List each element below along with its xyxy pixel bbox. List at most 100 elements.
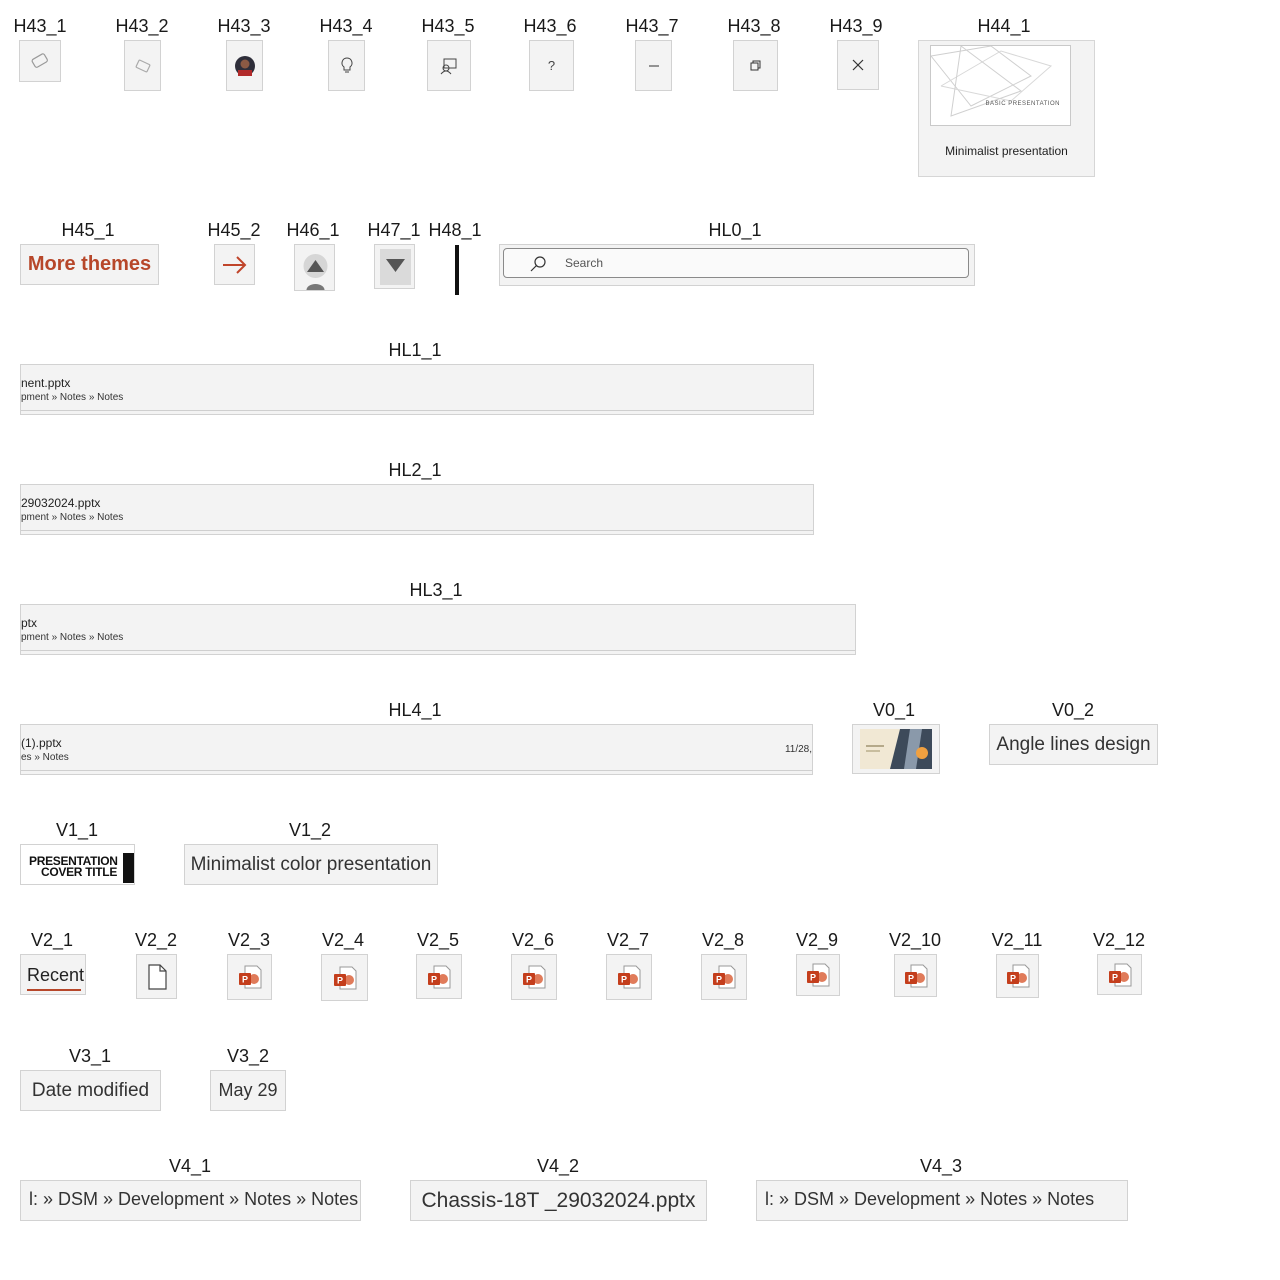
recent-file-row[interactable]: nent.pptx pment » Notes » Notes (20, 364, 814, 415)
recent-file-row[interactable]: 29032024.pptx pment » Notes » Notes (20, 484, 814, 535)
search-input[interactable]: Search (503, 248, 969, 278)
lightbulb-icon (341, 56, 352, 72)
eraser-button[interactable] (19, 40, 61, 82)
crop-label: V2_9 (795, 930, 839, 950)
more-themes-link[interactable]: More themes (20, 244, 159, 285)
scroll-up-button[interactable] (294, 244, 335, 291)
powerpoint-file-icon: P (238, 965, 261, 989)
crop-label: V2_10 (888, 930, 942, 950)
date-modified-column-header[interactable]: Date modified (20, 1070, 161, 1111)
pptx-file-icon-button[interactable]: P (511, 954, 557, 1000)
file-path: l: » DSM » Development » Notes » Notes (29, 1189, 359, 1209)
theme-name-label[interactable]: Angle lines design (989, 724, 1158, 765)
tab-recent[interactable]: Recent (20, 954, 86, 995)
powerpoint-file-icon: P (807, 963, 830, 987)
pptx-file-icon-button[interactable]: P (996, 954, 1039, 998)
cover-title-line2: COVER TITLE (41, 865, 118, 879)
date-cell: May 29 (210, 1070, 286, 1111)
divider (21, 410, 813, 411)
pptx-file-icon-button[interactable]: P (416, 954, 462, 999)
divider (21, 770, 812, 771)
crop-label: HL0_1 (708, 220, 762, 240)
svg-text:P: P (336, 975, 342, 985)
crop-label: V4_2 (536, 1156, 580, 1176)
powerpoint-file-icon: P (904, 964, 927, 987)
file-name: 29032024.pptx (21, 496, 101, 510)
theme-thumbnail-button[interactable]: PRESENTATION COVER TITLE (20, 844, 135, 885)
tell-me-button[interactable] (328, 40, 365, 91)
recent-file-row[interactable]: (1).pptx es » Notes 11/28, (20, 724, 813, 775)
pptx-file-icon-button[interactable]: P (227, 954, 272, 1000)
powerpoint-file-icon: P (428, 965, 451, 988)
crop-label: V2_5 (416, 930, 460, 950)
file-path: l: » DSM » Development » Notes » Notes (765, 1189, 1095, 1209)
angle-lines-thumbnail-image (860, 729, 932, 769)
date-value: May 29 (218, 1080, 278, 1100)
svg-text:P: P (1111, 972, 1117, 982)
file-path: pment » Notes » Notes (21, 392, 124, 403)
help-button[interactable]: ? (529, 40, 574, 91)
powerpoint-file-icon: P (523, 965, 546, 989)
file-name: nent.pptx (21, 376, 71, 390)
theme-thumbnail: BASIC PRESENTATION (930, 45, 1071, 126)
pptx-file-icon-button[interactable]: P (701, 954, 747, 1000)
theme-name-label[interactable]: Minimalist color presentation (184, 844, 438, 885)
tab-recent-label: Recent (27, 965, 85, 985)
crop-label: H43_8 (727, 16, 781, 36)
powerpoint-file-icon: P (713, 965, 736, 989)
theme-name: Minimalist presentation (945, 144, 1068, 158)
close-icon (852, 59, 864, 71)
restore-button[interactable] (733, 40, 778, 91)
comments-button[interactable] (427, 40, 471, 91)
file-path-cell[interactable]: l: » DSM » Development » Notes » Notes (20, 1180, 361, 1221)
pptx-file-icon-button[interactable]: P (1097, 954, 1142, 995)
crop-label: H43_5 (421, 16, 475, 36)
file-name-cell[interactable]: Chassis-18T _29032024.pptx (410, 1180, 707, 1221)
crop-label: V2_6 (511, 930, 555, 950)
crop-label: V2_3 (227, 930, 271, 950)
pen-button[interactable] (124, 40, 161, 91)
crop-label: H45_1 (61, 220, 115, 240)
pptx-file-icon-button[interactable]: P (796, 954, 840, 996)
crop-label: H43_2 (115, 16, 169, 36)
crop-label: HL1_1 (388, 340, 442, 360)
crop-label: V3_2 (226, 1046, 270, 1066)
crop-label: H47_1 (367, 220, 421, 240)
svg-text:P: P (716, 975, 722, 985)
theme-card[interactable]: BASIC PRESENTATION Minimalist presentati… (918, 40, 1095, 177)
crop-label: H43_9 (829, 16, 883, 36)
crop-label: V2_7 (606, 930, 650, 950)
crop-label: V1_1 (55, 820, 99, 840)
theme-name: Angle lines design (996, 733, 1151, 755)
close-button[interactable] (837, 40, 879, 90)
crop-label: V0_1 (872, 700, 916, 720)
svg-text:P: P (907, 973, 913, 983)
recent-file-row[interactable]: ptx pment » Notes » Notes (20, 604, 856, 655)
crop-label: H48_1 (428, 220, 482, 240)
more-themes-arrow-button[interactable] (214, 244, 255, 285)
theme-thumb-text: BASIC PRESENTATION (985, 101, 1060, 107)
file-name: Chassis-18T _29032024.pptx (421, 1188, 696, 1212)
crop-label: V2_12 (1092, 930, 1146, 950)
pptx-file-icon-button[interactable]: P (606, 954, 652, 1000)
pptx-file-icon-button[interactable]: P (894, 954, 937, 997)
profile-button[interactable] (226, 40, 263, 91)
text-cursor (455, 245, 459, 295)
file-path-cell[interactable]: l: » DSM » Development » Notes » Notes (756, 1180, 1128, 1221)
arrow-right-icon (222, 255, 246, 274)
crop-label: H45_2 (207, 220, 261, 240)
file-type-column-header[interactable] (136, 954, 177, 999)
powerpoint-file-icon: P (618, 965, 641, 989)
crop-label: H43_4 (319, 16, 373, 36)
crop-label: H46_1 (286, 220, 340, 240)
pptx-file-icon-button[interactable]: P (321, 954, 368, 1001)
svg-text:P: P (1009, 974, 1015, 984)
theme-thumbnail-button[interactable] (852, 724, 940, 774)
minimize-button[interactable] (635, 40, 672, 91)
theme-pattern-image (931, 46, 1053, 117)
scroll-down-button[interactable] (374, 244, 415, 289)
crop-label: V2_2 (134, 930, 178, 950)
search-icon (530, 256, 546, 272)
file-path: pment » Notes » Notes (21, 512, 124, 523)
crop-label: HL2_1 (388, 460, 442, 480)
